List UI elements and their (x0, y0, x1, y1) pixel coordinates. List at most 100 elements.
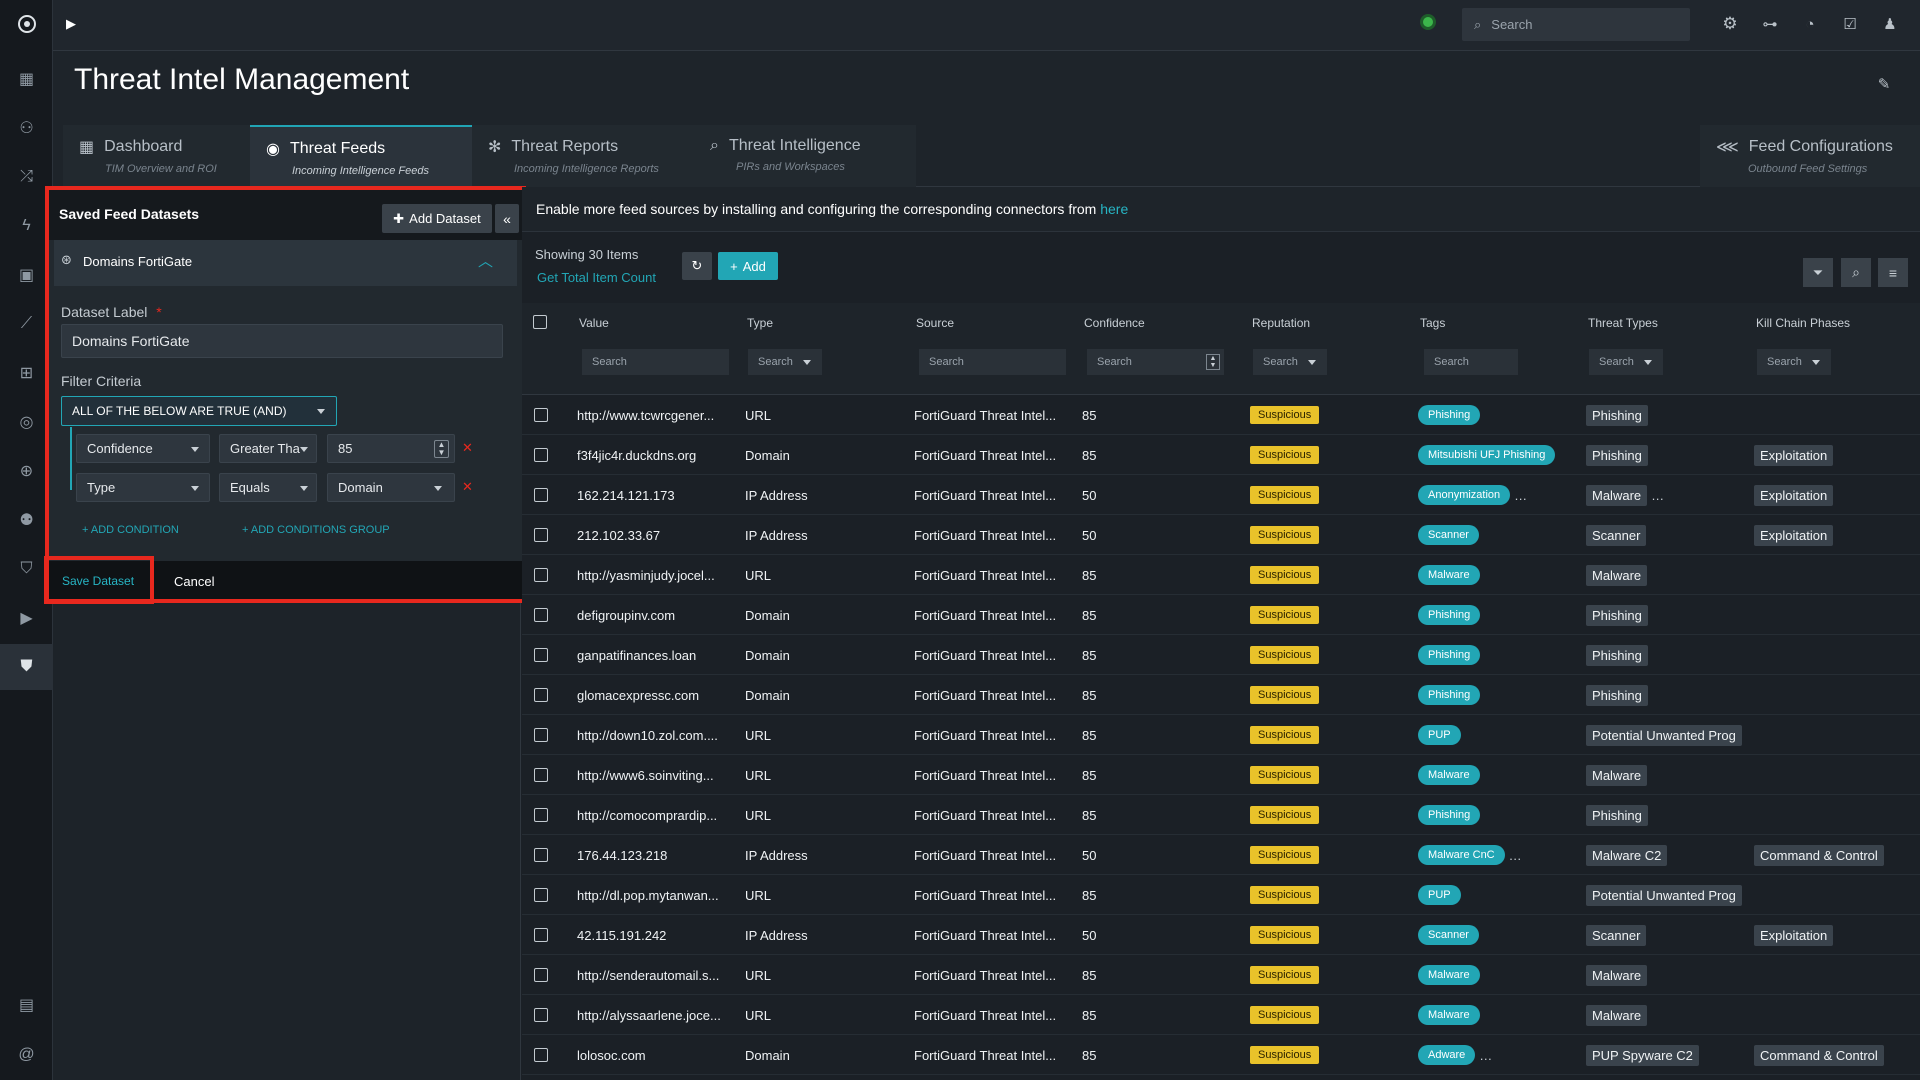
row-checkbox[interactable] (534, 408, 548, 422)
tag-pill[interactable]: Adware (1418, 1045, 1476, 1065)
logic-select[interactable]: ALL OF THE BELOW ARE TRUE (AND) (61, 396, 337, 426)
row-checkbox[interactable] (534, 608, 548, 622)
more-ellipsis-icon[interactable]: … (1651, 488, 1664, 503)
user-icon[interactable]: ♟ (1880, 14, 1900, 34)
cancel-button[interactable]: Cancel (174, 574, 214, 589)
type-search-select[interactable]: Search (748, 349, 822, 375)
row-checkbox[interactable] (534, 568, 548, 582)
tab-threat-intelligence[interactable]: ⌕ Threat Intelligence PIRs and Workspaces (694, 125, 916, 187)
row-checkbox[interactable] (534, 928, 548, 942)
remove-condition-icon[interactable]: ✕ (462, 479, 473, 495)
tag-pill[interactable]: Phishing (1418, 685, 1481, 705)
table-row[interactable]: http://yasminjudy.jocel... URL FortiGuard … (522, 555, 1920, 595)
add-dataset-button[interactable]: ✚ Add Dataset (382, 204, 492, 233)
column-header-tags[interactable]: Tags (1420, 316, 1445, 330)
table-row[interactable]: 162.214.121.173 IP Address FortiGuard Thre… (522, 475, 1920, 515)
tab-feed-configurations[interactable]: ⋘ Feed Configurations Outbound Feed Setti… (1700, 125, 1920, 187)
tag-pill[interactable]: Scanner (1418, 925, 1479, 945)
table-row[interactable]: http://www6.soinviting... URL FortiGuard T… (522, 755, 1920, 795)
tab-dashboard[interactable]: ▦ Dashboard TIM Overview and ROI (63, 125, 251, 187)
threat-types-search-select[interactable]: Search (1589, 349, 1663, 375)
more-ellipsis-icon[interactable]: … (1514, 488, 1527, 503)
row-checkbox[interactable] (534, 648, 548, 662)
tab-threat-feeds[interactable]: ◉ Threat Feeds Incoming Intelligence Feed… (250, 125, 472, 187)
global-search-input[interactable]: ⌕ Search (1462, 8, 1690, 41)
row-checkbox[interactable] (534, 808, 548, 822)
tag-pill[interactable]: PUP (1418, 725, 1461, 745)
confidence-search-input[interactable]: Search ▲ ▼ (1087, 349, 1224, 375)
value-search-input[interactable]: Search (582, 349, 729, 375)
table-row[interactable]: 176.44.123.218 IP Address FortiGuard Threa… (522, 835, 1920, 875)
users-group-icon[interactable]: ⚇ (0, 108, 53, 148)
total-count-link[interactable]: Get Total Item Count (537, 270, 656, 285)
table-row[interactable]: http://comocomprardip... URL FortiGuard Th… (522, 795, 1920, 835)
dataset-label-input[interactable]: Domains FortiGate (61, 324, 503, 358)
column-header-threat-types[interactable]: Threat Types (1588, 316, 1658, 330)
select-all-checkbox[interactable] (533, 315, 547, 329)
tag-pill[interactable]: Mitsubishi UFJ Phishing (1418, 445, 1556, 465)
menu-expand-icon[interactable]: ▶ (61, 14, 81, 34)
here-link[interactable]: here (1100, 201, 1128, 217)
column-header-type[interactable]: Type (747, 316, 773, 330)
row-checkbox[interactable] (534, 1008, 548, 1022)
refresh-icon[interactable]: ↻ (682, 252, 712, 280)
column-header-source[interactable]: Source (916, 316, 954, 330)
stepper-arrows-icon[interactable]: ▲ ▼ (434, 440, 449, 458)
more-ellipsis-icon[interactable]: … (1509, 848, 1522, 863)
add-conditions-group-link[interactable]: + ADD CONDITIONS GROUP (242, 524, 390, 536)
tag-pill[interactable]: Malware CnC (1418, 845, 1505, 865)
row-checkbox[interactable] (534, 888, 548, 902)
tag-pill[interactable]: Phishing (1418, 645, 1481, 665)
dashboard-grid-icon[interactable]: ▦ (0, 59, 53, 99)
tag-pill[interactable]: Malware (1418, 1005, 1480, 1025)
hierarchy-icon[interactable]: ⊶ (1760, 14, 1780, 34)
add-button[interactable]: + Add (718, 252, 778, 280)
table-row[interactable]: http://down10.zol.com.... URL FortiGuard T… (522, 715, 1920, 755)
column-header-kill-chain[interactable]: Kill Chain Phases (1756, 316, 1850, 330)
row-checkbox[interactable] (534, 528, 548, 542)
shield-active-icon[interactable]: ⛊ (0, 644, 53, 690)
reputation-search-select[interactable]: Search (1253, 349, 1327, 375)
kill-chain-search-select[interactable]: Search (1757, 349, 1831, 375)
tag-pill[interactable]: Scanner (1418, 525, 1479, 545)
at-icon[interactable]: @ (0, 1035, 53, 1075)
bell-icon[interactable]: ◔ (1800, 14, 1820, 34)
tag-pill[interactable]: Phishing (1418, 405, 1481, 425)
condition-value-select[interactable]: Domain (327, 473, 455, 502)
add-condition-link[interactable]: + ADD CONDITION (82, 524, 179, 536)
table-row[interactable]: glomacexpressc.com Domain FortiGuard Threa… (522, 675, 1920, 715)
table-row[interactable]: defigroupinv.com Domain FortiGuard Threat … (522, 595, 1920, 635)
column-header-reputation[interactable]: Reputation (1252, 316, 1310, 330)
column-header-value[interactable]: Value (579, 316, 609, 330)
more-ellipsis-icon[interactable]: … (1479, 1048, 1492, 1063)
row-checkbox[interactable] (534, 848, 548, 862)
settings-gear-icon[interactable]: ⚙ (1720, 14, 1740, 34)
table-row[interactable]: http://www.tcwrcgener... URL FortiGuard Th… (522, 395, 1920, 435)
collapse-panel-icon[interactable]: « (495, 204, 519, 233)
filter-icon[interactable]: ⏷ (1803, 258, 1833, 287)
table-row[interactable]: 212.102.33.67 IP Address FortiGuard Threat… (522, 515, 1920, 555)
tag-pill[interactable]: Malware (1418, 565, 1480, 585)
condition-operator-select[interactable]: Greater Tha (219, 434, 317, 463)
table-row[interactable]: 42.115.191.242 IP Address FortiGuard Threa… (522, 915, 1920, 955)
search-icon[interactable]: ⌕ (1841, 258, 1871, 287)
condition-value-stepper[interactable]: 85 ▲ ▼ (327, 434, 455, 463)
chevron-up-icon[interactable]: ︿ (478, 250, 493, 271)
column-header-confidence[interactable]: Confidence (1084, 316, 1145, 330)
tag-pill[interactable]: Phishing (1418, 605, 1481, 625)
row-checkbox[interactable] (534, 448, 548, 462)
edit-pencil-icon[interactable]: ✎ (1874, 74, 1894, 94)
play-icon[interactable]: ▶ (0, 598, 53, 638)
condition-field-select[interactable]: Type (76, 473, 210, 502)
clipboard-icon[interactable]: ▤ (0, 985, 53, 1025)
table-row[interactable]: http://dl.pop.mytanwan... URL FortiGuard T… (522, 875, 1920, 915)
remove-condition-icon[interactable]: ✕ (462, 440, 473, 456)
table-row[interactable]: http://alyssaarlene.joce... URL FortiGuard… (522, 995, 1920, 1035)
menu-icon[interactable]: ≡ (1878, 258, 1908, 287)
source-search-input[interactable]: Search (919, 349, 1066, 375)
tag-pill[interactable]: Malware (1418, 965, 1480, 985)
row-checkbox[interactable] (534, 488, 548, 502)
row-checkbox[interactable] (534, 1048, 548, 1062)
row-checkbox[interactable] (534, 968, 548, 982)
tab-threat-reports[interactable]: ✻ Threat Reports Incoming Intelligence Re… (472, 125, 694, 187)
